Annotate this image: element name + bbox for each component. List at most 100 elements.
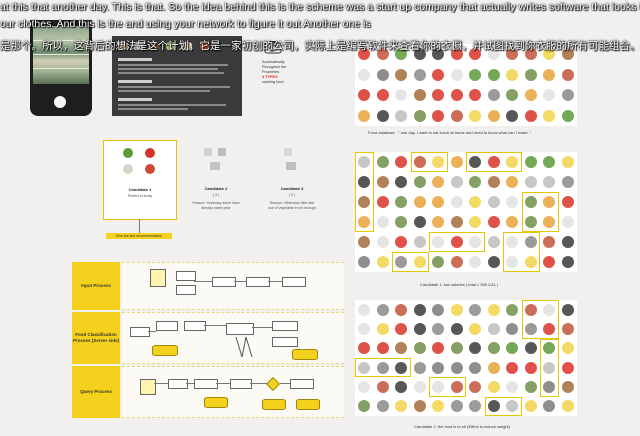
- candidate-3-card: Candidate 3 ( 3 ) Reason: Otherwise afte…: [256, 140, 328, 220]
- food-icon: [413, 68, 426, 81]
- food-icon: [395, 196, 408, 208]
- food-icon: [561, 176, 574, 188]
- food-icon: [358, 109, 371, 122]
- food-icon: [506, 109, 519, 122]
- food-icon: [524, 89, 537, 102]
- food-icon: [469, 176, 482, 188]
- food-icon: [450, 256, 463, 268]
- candidate-2-caption: Candidate 2: the food is to sh (Effect t…: [414, 424, 510, 429]
- food-icon: [469, 381, 482, 393]
- food-icon: [543, 109, 556, 122]
- food-icon: [395, 176, 408, 188]
- food-icon: [506, 216, 519, 228]
- food-icon: [487, 256, 500, 268]
- food-icon: [376, 109, 389, 122]
- food-icon: [432, 89, 445, 102]
- food-icon: [450, 342, 463, 355]
- food-icon: [432, 303, 445, 316]
- candidate-3-title: Candidate 3: [280, 186, 304, 191]
- food-icon: [450, 156, 463, 168]
- food-icon: [450, 400, 463, 413]
- fridge-photo: [33, 26, 89, 84]
- food-icon: [543, 176, 556, 188]
- food-icon: [395, 156, 408, 168]
- food-icon: [506, 361, 519, 374]
- highlight-box: [429, 232, 485, 252]
- food-icon: [358, 303, 371, 316]
- food-icon: [395, 342, 408, 355]
- food-icon: [450, 303, 463, 316]
- lane-classification-content: [122, 312, 344, 364]
- food-icon: [469, 361, 482, 374]
- lane-food-classification: Food Classification Process (Server side…: [72, 312, 120, 364]
- food-icon: [450, 109, 463, 122]
- food-icon: [450, 361, 463, 374]
- food-icon: [469, 109, 482, 122]
- candidate-1-card: Candidate 1 Perfect in today: [103, 140, 177, 220]
- food-icon: [358, 89, 371, 102]
- food-icon: [413, 323, 426, 335]
- food-icon: [561, 342, 574, 355]
- food-icon: [561, 381, 574, 393]
- food-icon: [450, 323, 463, 335]
- food-icon: [506, 342, 519, 355]
- food-icon: [376, 176, 389, 188]
- highlight-box: [484, 396, 522, 416]
- highlight-box: [355, 358, 411, 378]
- food-icon: [432, 109, 445, 122]
- food-icon: [487, 89, 500, 102]
- food-icon: [524, 109, 537, 122]
- food-icon: [487, 109, 500, 122]
- food-icon: [395, 303, 408, 316]
- candidate-2-card: Candidate 2 ( 3 ) Reason: Yesterday lunc…: [180, 140, 252, 220]
- food-icon: [543, 236, 556, 248]
- phone-mockup: [30, 20, 92, 116]
- food-icon: [450, 89, 463, 102]
- food-icon: [450, 68, 463, 81]
- food-icon: [413, 196, 426, 208]
- food-icon: [524, 381, 537, 393]
- food-icon: [432, 176, 445, 188]
- candidate-2-sub: ( 3 ): [212, 193, 220, 197]
- food-icon: [561, 216, 574, 228]
- food-icon: [395, 323, 408, 335]
- food-icon: [469, 256, 482, 268]
- highlight-box: [521, 300, 559, 339]
- food-icon: [561, 68, 574, 81]
- food-icon: [450, 216, 463, 228]
- highlight-box: [429, 377, 466, 397]
- candidate-1-sub: Perfect in today: [127, 194, 153, 198]
- lane-input-process: Input Process: [72, 262, 120, 310]
- food-icon: [395, 400, 408, 413]
- food-icon: [376, 156, 389, 168]
- food-icon: [432, 323, 445, 335]
- food-icon: [395, 381, 408, 393]
- food-icon: [376, 323, 389, 335]
- food-icon: [561, 89, 574, 102]
- food-icon: [413, 342, 426, 355]
- highlight-box: [521, 192, 559, 232]
- food-icon: [413, 236, 426, 248]
- food-icon: [561, 236, 574, 248]
- food-icon: [432, 342, 445, 355]
- food-icon: [376, 381, 389, 393]
- food-icon: [524, 400, 537, 413]
- food-icon: [376, 216, 389, 228]
- food-icon: [506, 68, 519, 81]
- candidate-1-grid: [355, 152, 577, 272]
- food-icon: [561, 109, 574, 122]
- food-icon: [506, 176, 519, 188]
- food-icon: [376, 342, 389, 355]
- food-icon: [395, 236, 408, 248]
- auto-recognize-note: Automatically Recognize the Properties 4…: [262, 60, 287, 84]
- food-icon: [395, 216, 408, 228]
- food-icon: [413, 109, 426, 122]
- food-icon: [358, 323, 371, 335]
- food-icon: [413, 400, 426, 413]
- food-icon: [413, 303, 426, 316]
- candidate-1-caption: Candidate 1: low calories ( total < 500 …: [420, 282, 499, 287]
- food-icon: [543, 68, 556, 81]
- food-icon: [432, 400, 445, 413]
- food-icon: [432, 256, 445, 268]
- food-icon: [487, 196, 500, 208]
